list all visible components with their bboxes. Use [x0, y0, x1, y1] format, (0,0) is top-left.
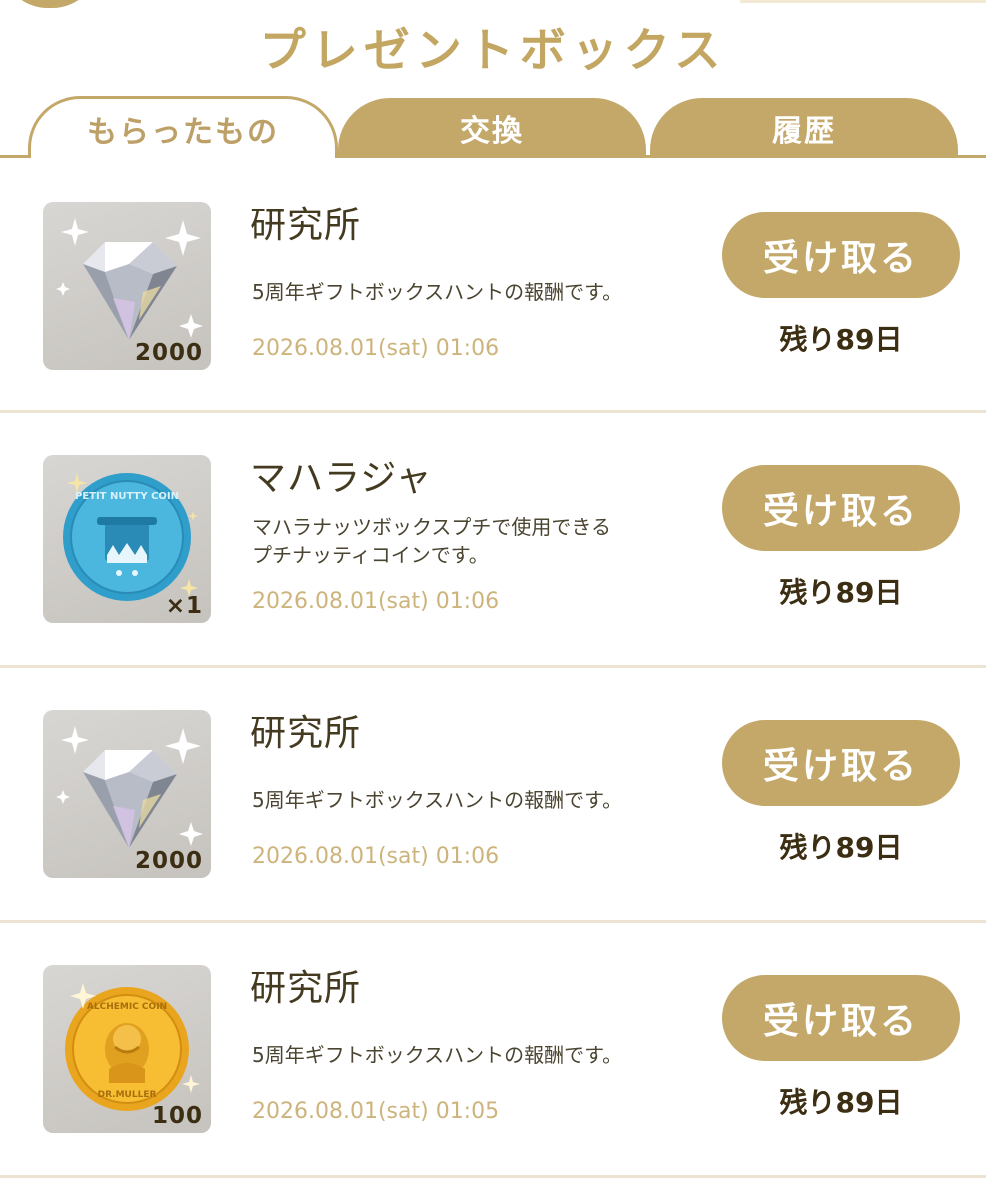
tab-active-gap — [31, 155, 335, 158]
item-thumbnail: 2000 — [43, 202, 211, 370]
item-description: 5周年ギフトボックスハントの報酬です。 — [252, 278, 692, 306]
item-sender: 研究所 — [250, 968, 362, 1009]
tab-history[interactable]: 履歴 — [650, 98, 958, 158]
item-thumbnail: ALCHEMIC COIN DR.MULLER 100 — [43, 965, 211, 1133]
header-corner-decoration — [0, 0, 100, 8]
item-thumbnail: PETIT NUTTY COIN ×1 — [43, 455, 211, 623]
item-date: 2026.08.01(sat) 01:06 — [252, 336, 500, 361]
receive-button[interactable]: 受け取る — [722, 465, 960, 551]
coin-engraving-top: ALCHEMIC COIN — [87, 1002, 167, 1012]
remaining-days: 残り89日 — [779, 831, 903, 864]
item-description-line: 5周年ギフトボックスハントの報酬です。 — [252, 1043, 623, 1067]
item-sender: マハラジャ — [250, 458, 433, 499]
item-quantity: 2000 — [134, 848, 203, 874]
item-description-line: 5周年ギフトボックスハントの報酬です。 — [252, 280, 623, 304]
header-top-line — [740, 0, 986, 3]
tab-received[interactable]: もらったもの — [28, 96, 338, 158]
item-date: 2026.08.01(sat) 01:06 — [252, 589, 500, 614]
item-thumbnail: 2000 — [43, 710, 211, 878]
item-description: マハラナッツボックスプチで使用できる プチナッティコインです。 — [252, 513, 692, 569]
tab-bar: もらったもの 交換 履歴 — [0, 96, 986, 160]
remaining-days: 残り89日 — [779, 323, 903, 356]
item-date: 2026.08.01(sat) 01:06 — [252, 844, 500, 869]
list-item: PETIT NUTTY COIN ×1 マハラジャ マハラナッツボックスプチで使… — [0, 413, 986, 668]
receive-button[interactable]: 受け取る — [722, 975, 960, 1061]
item-quantity: 100 — [151, 1103, 203, 1129]
coin-engraving: PETIT NUTTY COIN — [75, 491, 179, 502]
item-description-line: プチナッティコインです。 — [252, 543, 489, 567]
list-item: 2000 研究所 5周年ギフトボックスハントの報酬です。 2026.08.01(… — [0, 668, 986, 923]
coin-engraving-bottom: DR.MULLER — [98, 1090, 157, 1100]
remaining-days: 残り89日 — [779, 1086, 903, 1119]
item-description: 5周年ギフトボックスハントの報酬です。 — [252, 786, 692, 814]
tab-exchange[interactable]: 交換 — [338, 98, 646, 158]
list-item: 2000 研究所 5周年ギフトボックスハントの報酬です。 2026.08.01(… — [0, 160, 986, 413]
present-list: 2000 研究所 5周年ギフトボックスハントの報酬です。 2026.08.01(… — [0, 160, 986, 1178]
item-sender: 研究所 — [250, 713, 362, 754]
item-quantity: 2000 — [134, 340, 203, 366]
item-description-line: マハラナッツボックスプチで使用できる — [252, 515, 611, 539]
receive-button[interactable]: 受け取る — [722, 720, 960, 806]
item-description: 5周年ギフトボックスハントの報酬です。 — [252, 1041, 692, 1069]
item-quantity: ×1 — [165, 593, 203, 619]
item-date: 2026.08.01(sat) 01:05 — [252, 1099, 500, 1124]
item-description-line: 5周年ギフトボックスハントの報酬です。 — [252, 788, 623, 812]
item-sender: 研究所 — [250, 205, 362, 246]
remaining-days: 残り89日 — [779, 576, 903, 609]
list-item: ALCHEMIC COIN DR.MULLER 100 研究所 5周年ギフトボッ… — [0, 923, 986, 1178]
receive-button[interactable]: 受け取る — [722, 212, 960, 298]
page-title: プレゼントボックス — [259, 23, 727, 77]
